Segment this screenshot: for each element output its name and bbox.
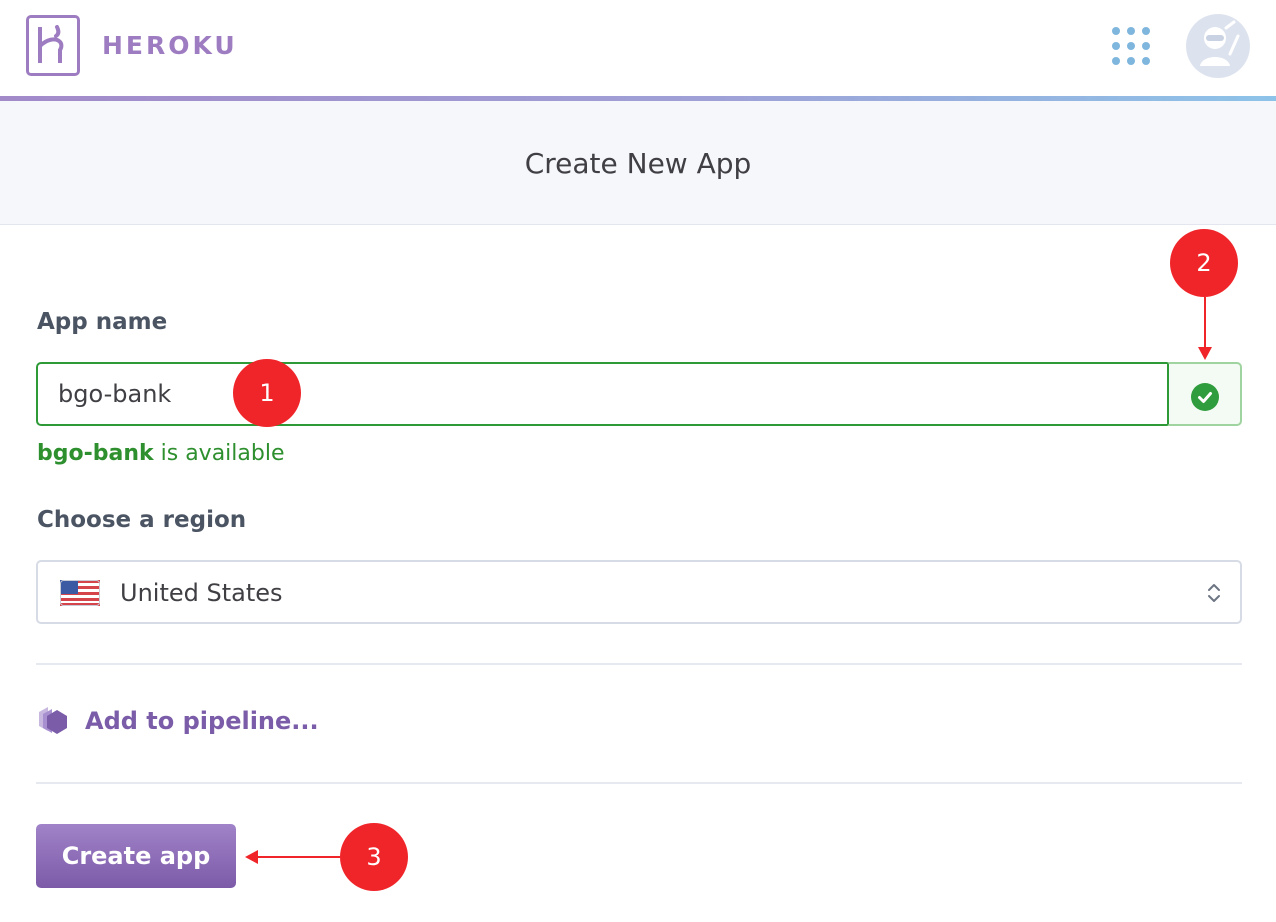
availability-status: is available <box>153 441 285 466</box>
create-app-button[interactable]: Create app <box>36 824 236 888</box>
brand-name[interactable]: HEROKU <box>102 31 238 60</box>
us-flag-icon <box>60 580 100 606</box>
heroku-logo-icon[interactable] <box>26 15 80 76</box>
annotation-badge-2: 2 <box>1170 229 1238 297</box>
user-avatar[interactable] <box>1186 14 1250 78</box>
top-navigation: HEROKU <box>0 0 1276 96</box>
arrowhead-step-3 <box>245 850 258 864</box>
select-chevron-icon <box>1208 584 1220 602</box>
ninja-avatar-icon <box>1200 20 1240 66</box>
check-icon <box>1191 383 1219 411</box>
section-divider <box>36 663 1242 665</box>
add-to-pipeline-label: Add to pipeline... <box>85 707 319 735</box>
app-name-valid-indicator <box>1167 362 1242 426</box>
availability-app-name: bgo-bank <box>37 441 154 466</box>
pipeline-icon <box>39 707 67 734</box>
region-selected-value: United States <box>120 579 283 607</box>
apps-grid-icon[interactable] <box>1110 25 1154 69</box>
section-divider <box>36 782 1242 784</box>
arrowhead-step-2 <box>1198 347 1212 360</box>
region-label: Choose a region <box>37 507 247 533</box>
annotation-badge-3: 3 <box>340 823 408 891</box>
page-title: Create New App <box>524 147 752 180</box>
availability-message: bgo-bank is available <box>37 441 285 466</box>
page-header: Create New App <box>0 101 1276 225</box>
app-name-input[interactable] <box>36 362 1168 426</box>
region-select[interactable]: United States <box>36 560 1242 624</box>
app-name-label: App name <box>37 309 168 335</box>
annotation-badge-1: 1 <box>233 359 301 427</box>
app-name-field-group <box>36 362 1242 426</box>
